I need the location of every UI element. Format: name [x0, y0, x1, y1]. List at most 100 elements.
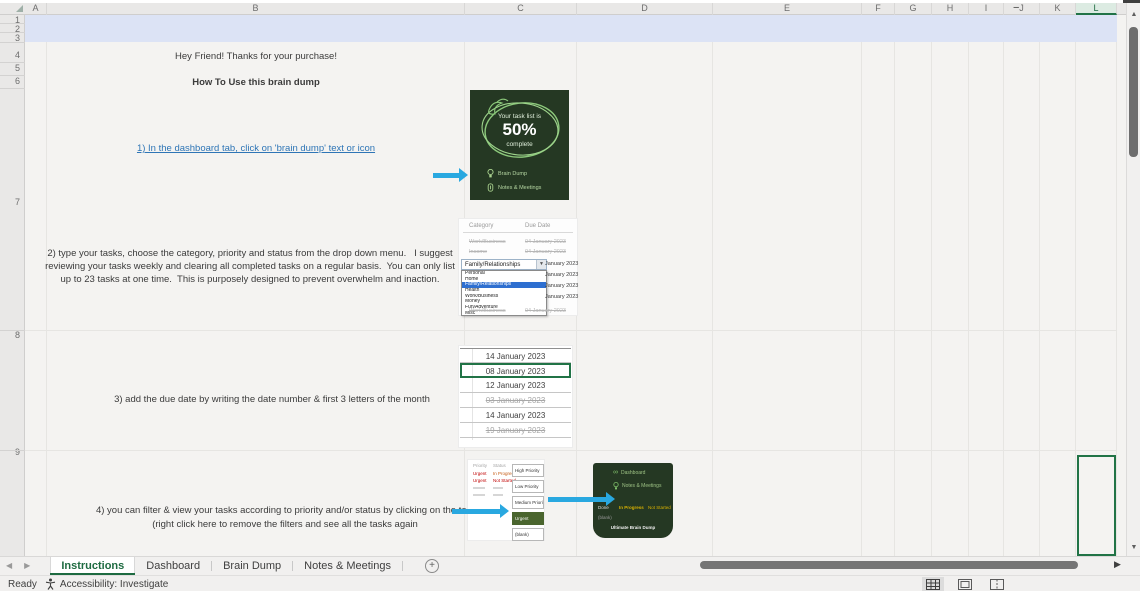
notes-meetings-label: Notes & Meetings — [498, 185, 541, 191]
gridline — [1003, 42, 1004, 556]
col-header-i[interactable]: I — [969, 3, 1004, 15]
row-divider — [0, 23, 25, 24]
dashboard-label: Dashboard — [621, 470, 645, 476]
col-header-b[interactable]: B — [47, 3, 465, 15]
tab-brain-dump[interactable]: Brain Dump — [212, 557, 292, 575]
col-header-a[interactable]: A — [25, 3, 47, 15]
grid-view-icon — [926, 579, 940, 590]
faded-date-cell: 04 January 2023 — [525, 249, 566, 255]
col-header-f[interactable]: F — [862, 3, 895, 15]
col-header-k[interactable]: K — [1040, 3, 1076, 15]
page-title: How To Use this brain dump — [47, 76, 465, 89]
greeting-text: Hey Friend! Thanks for your purchase! — [47, 50, 465, 63]
accessibility-label: Accessibility: Investigate — [60, 579, 168, 590]
scroll-up-icon[interactable]: ▲ — [1127, 11, 1140, 18]
row-header-8[interactable]: 8 — [0, 330, 20, 340]
col-header-h[interactable]: H — [932, 3, 969, 15]
step4-text-line2: (right click here to remove the filters … — [75, 518, 495, 531]
status-column-header: Status — [493, 463, 506, 468]
selected-cell-outline — [1077, 455, 1116, 556]
col-header-e[interactable]: E — [713, 3, 862, 15]
gridline — [25, 450, 1117, 451]
header-banner-fill — [25, 15, 1117, 42]
row-header-9[interactable]: 9 — [0, 447, 20, 457]
row-header-5[interactable]: 5 — [0, 63, 20, 73]
zoom-out-button[interactable]: − — [1013, 2, 1019, 14]
category-column-header: Category — [469, 223, 493, 229]
dashboard-nav-item: ∞ Dashboard — [613, 469, 645, 476]
scroll-right-icon[interactable]: ▶ — [1114, 559, 1121, 570]
accessibility-icon — [45, 578, 56, 590]
due-dates-image: 14 January 2023 08 January 2023 12 Janua… — [458, 345, 573, 448]
gridline — [931, 42, 932, 556]
col-header-c[interactable]: C — [465, 3, 577, 15]
accessibility-button[interactable]: Accessibility: Investigate — [45, 578, 168, 590]
row-divider — [0, 330, 25, 331]
step3-text: 3) add the due date by writing the date … — [47, 393, 497, 406]
faded-row-line — [473, 487, 485, 489]
faded-date-cell: 04 January 2023 — [525, 239, 566, 245]
progress-percent: 50% — [470, 120, 569, 140]
date-row: 14 January 2023 — [460, 408, 571, 423]
priority-column-header: Priority — [473, 463, 487, 468]
faded-row-line — [473, 494, 485, 496]
table-rule — [463, 232, 573, 233]
brain-dump-nav-item: Brain Dump — [487, 169, 527, 178]
page-break-view-button[interactable] — [986, 577, 1008, 591]
faded-row-line — [493, 494, 503, 496]
filter-button-low: Low Priority — [512, 480, 544, 493]
status-blank: (blank) — [598, 515, 612, 520]
gridline — [25, 330, 1117, 331]
tab-instructions[interactable]: Instructions — [50, 557, 135, 575]
faded-category-cell: Work/Business — [469, 239, 506, 245]
tab-notes-meetings[interactable]: Notes & Meetings — [293, 557, 402, 575]
gridline — [712, 42, 713, 556]
category-combobox: Family/Relationships ▼ — [461, 259, 547, 270]
col-header-d[interactable]: D — [577, 3, 713, 15]
gridline — [968, 42, 969, 556]
tab-dashboard[interactable]: Dashboard — [135, 557, 211, 575]
col-header-j[interactable]: J — [1004, 3, 1040, 15]
status-bar: Ready Accessibility: Investigate — [0, 575, 1140, 591]
notes-meetings-nav-item: Notes & Meetings — [487, 183, 541, 192]
row-header-strip — [0, 15, 25, 556]
select-all-corner[interactable] — [16, 5, 23, 12]
col-header-g[interactable]: G — [895, 3, 932, 15]
paperclip-icon — [487, 183, 494, 192]
vertical-scrollbar[interactable]: ▲ ▼ — [1126, 3, 1140, 556]
row-header-7[interactable]: 7 — [0, 197, 20, 207]
filter-button-urgent-selected: Urgent — [512, 512, 544, 525]
step1-hyperlink[interactable]: 1) In the dashboard tab, click on 'brain… — [47, 142, 465, 155]
gridline — [46, 42, 47, 556]
faded-category-cell: Income — [469, 249, 487, 255]
add-sheet-button[interactable]: + — [425, 559, 439, 573]
date-row: 12 January 2023 — [460, 378, 571, 393]
notes-meetings-label: Notes & Meetings — [622, 483, 661, 489]
side-date: January 2023 — [545, 261, 578, 267]
sprout-icon: ∞ — [613, 469, 618, 476]
row-header-4[interactable]: 4 — [0, 50, 20, 60]
row-header-6[interactable]: 6 — [0, 76, 20, 86]
faded-date-cell: 04 January 2023 — [525, 308, 566, 314]
tab-scroll-right-icon[interactable]: ▶ — [18, 557, 36, 575]
horizontal-scrollbar-thumb[interactable] — [700, 561, 1078, 569]
tab-scroll-left-icon[interactable]: ◀ — [0, 557, 18, 575]
gridline — [1039, 42, 1040, 556]
priority-cell: Urgent — [473, 478, 487, 483]
scroll-down-icon[interactable]: ▼ — [1127, 544, 1140, 551]
status-not-started: Not Started — [648, 505, 671, 510]
faded-category-cell: Work/Business — [469, 308, 506, 314]
lightbulb-icon — [613, 482, 619, 490]
step4-text-line1: 4) you can filter & view your tasks acco… — [75, 504, 495, 517]
arrow-to-brain-dump — [433, 173, 459, 178]
side-date: January 2023 — [545, 294, 578, 300]
vertical-scrollbar-thumb[interactable] — [1129, 27, 1138, 157]
page-layout-view-button[interactable] — [954, 577, 976, 591]
date-row-selected: 08 January 2023 — [460, 363, 571, 378]
normal-view-button[interactable] — [922, 577, 944, 591]
row-divider — [0, 42, 25, 43]
col-header-l-selected[interactable]: L — [1076, 3, 1117, 15]
row-divider — [0, 62, 25, 63]
row-divider — [0, 88, 25, 89]
gridline — [1075, 42, 1076, 556]
